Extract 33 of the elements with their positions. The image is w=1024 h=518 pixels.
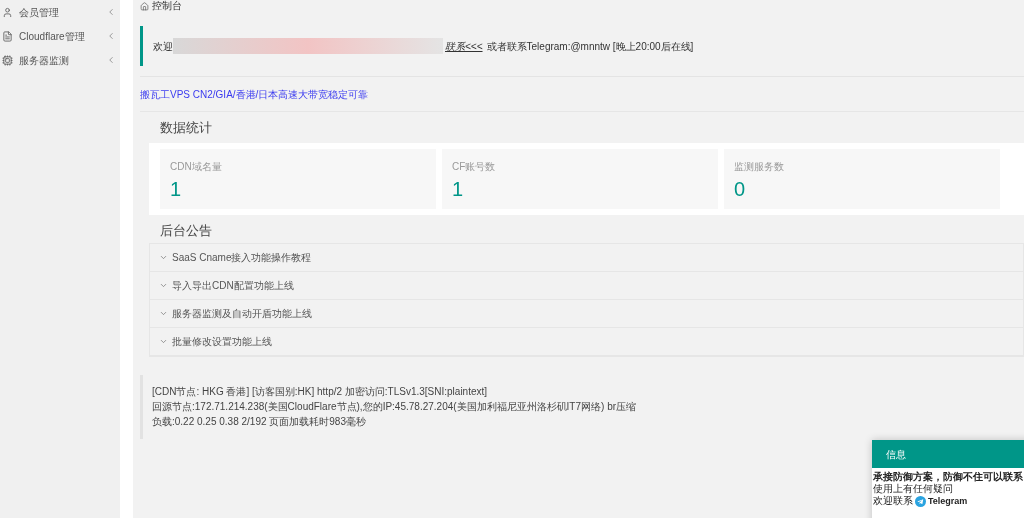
section-title: 后台公告 xyxy=(160,221,213,240)
server-info-text: 回源节点:172.71.214.238(美国CloudFlare节点),您的IP:45.78.27.204(美国加利福尼亚州洛杉矶IT7网络) br压缩 xyxy=(152,401,638,413)
announcement-item[interactable]: 批量修改设置功能上线 xyxy=(150,328,1023,356)
announcement-item[interactable]: 导入导出CDN配置功能上线 xyxy=(150,272,1023,300)
home-icon xyxy=(140,1,149,11)
stat-value: 0 xyxy=(734,176,747,202)
sidebar-item[interactable]: 会员管理 xyxy=(0,0,120,24)
welcome-text: 欢迎 xyxy=(153,39,173,54)
popup-title: 信息 xyxy=(886,447,906,462)
ad-link[interactable]: 搬瓦工VPS CN2/GIA/香港/日本高速大带宽稳定可靠 xyxy=(140,89,369,100)
telegram-contact-text: 或者联系Telegram:@mnntw [晚上20:00后在线] xyxy=(486,39,694,54)
popup-text: 欢迎联系 xyxy=(873,495,913,507)
contact-link[interactable]: 联系<<< xyxy=(445,38,483,54)
breadcrumb-link[interactable]: 控制台 xyxy=(152,0,182,12)
popup-headline: 承接防御方案，防御不住可以联系 xyxy=(873,471,1024,483)
server-info-text: [CDN节点: HKG 香港] [访客国别:HK] http/2 加密访问:TLSv1.3[SNI:plaintext] xyxy=(152,386,489,398)
stat-value: 1 xyxy=(452,176,465,202)
sidebar-item-icon xyxy=(2,54,13,66)
sidebar-item[interactable]: Cloudflare管理 xyxy=(0,24,120,48)
telegram-label[interactable]: Telegram xyxy=(928,495,968,507)
sidebar-item-icon xyxy=(2,30,13,42)
sidebar-item[interactable]: 服务器监测 xyxy=(0,48,120,72)
sidebar-item-icon xyxy=(2,6,13,18)
popup-text: 使用上有任何疑问 xyxy=(873,483,954,495)
announcement-item[interactable]: 服务器监测及自动开盾功能上线 xyxy=(150,300,1023,328)
stat-label: CF账号数 xyxy=(452,159,497,174)
section-title: 数据统计 xyxy=(160,119,213,137)
paper-plane-icon xyxy=(915,495,926,507)
stat-label: 监测服务数 xyxy=(734,159,785,174)
announcement-item[interactable]: SaaS Cname接入功能操作教程 xyxy=(150,244,1023,272)
stat-label: CDN域名量 xyxy=(170,159,223,174)
stat-value: 1 xyxy=(170,176,183,202)
server-info-text: 负载:0.22 0.25 0.38 2/192 页面加载耗时983毫秒 xyxy=(152,416,367,428)
